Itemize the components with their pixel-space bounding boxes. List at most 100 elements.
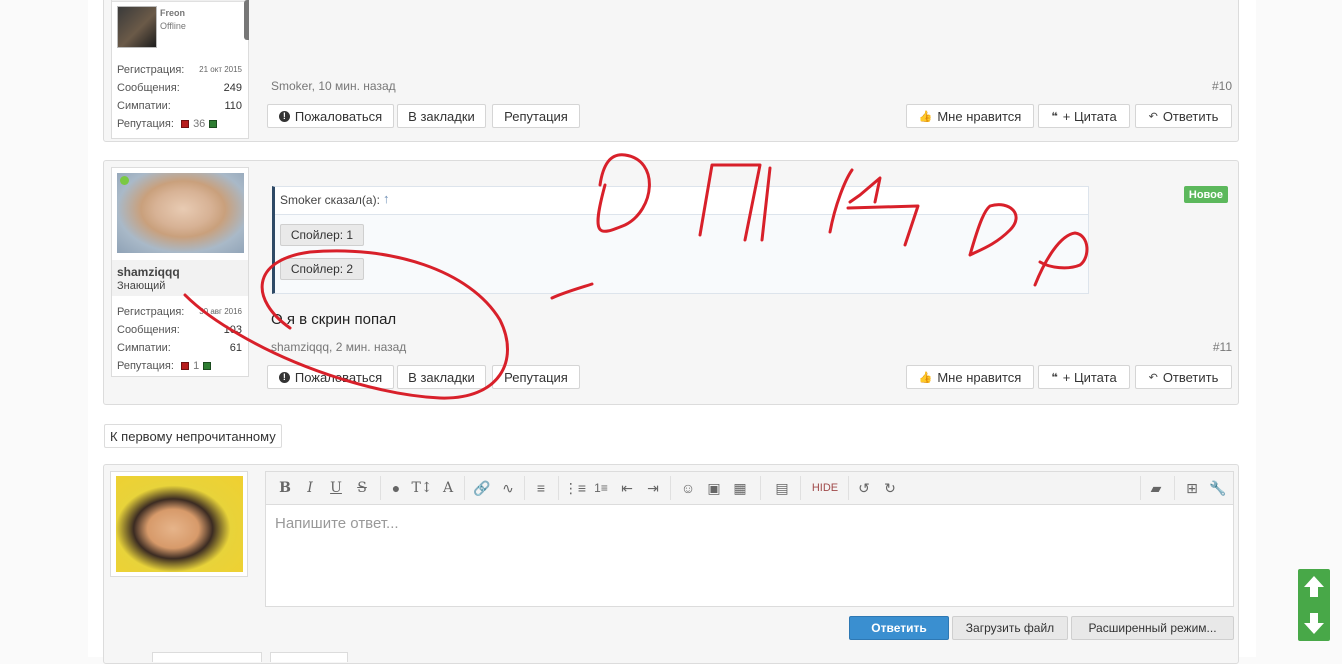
reply-button[interactable]: ↶ Ответить xyxy=(1135,365,1232,389)
reply-textarea[interactable]: Напишите ответ... xyxy=(265,505,1234,607)
font-size-icon[interactable]: T↕ xyxy=(411,479,432,497)
outdent-icon[interactable]: ⇤ xyxy=(617,479,637,497)
stat-row: Регистрация: 30 авг 2016 xyxy=(117,304,242,322)
hide-button[interactable]: HIDE xyxy=(810,479,840,497)
post-10-username-strip xyxy=(112,0,248,2)
toolbar-separator xyxy=(464,476,465,500)
quote-author: Smoker сказал(а): xyxy=(280,193,380,207)
bookmark-label: В закладки xyxy=(408,108,475,124)
current-user-avatar-frame xyxy=(110,471,248,577)
username[interactable]: shamziqqq xyxy=(117,265,180,279)
avatar[interactable] xyxy=(117,173,244,253)
font-family-icon[interactable]: A xyxy=(438,479,458,497)
post-11-userblock: shamziqqq Знающий Регистрация: 30 авг 201… xyxy=(111,167,249,377)
post-message: О я в скрин попал xyxy=(271,311,397,328)
post-11: shamziqqq Знающий Регистрация: 30 авг 201… xyxy=(103,160,1239,405)
stat-value: 21 окт 2015 xyxy=(199,65,242,74)
reply-icon: ↶ xyxy=(1148,371,1158,384)
indent-icon[interactable]: ⇥ xyxy=(643,479,663,497)
toolbar-separator xyxy=(380,476,381,500)
insert-icon[interactable]: ⊞ xyxy=(1182,479,1202,497)
reputation-plus-icon[interactable] xyxy=(203,362,212,370)
quote-button[interactable]: ❝ + Цитата xyxy=(1038,104,1130,128)
quote-icon: ❝ xyxy=(1051,110,1058,123)
like-label: Мне нравится xyxy=(937,108,1022,124)
stat-value: 103 xyxy=(223,324,242,336)
post-10-userblock: Freon Offline Регистрация: 21 окт 2015 Со… xyxy=(111,0,249,139)
post-10-quoted-username[interactable]: Freon xyxy=(160,8,185,18)
toolbar-separator xyxy=(1140,476,1141,500)
report-button[interactable]: ! Пожаловаться xyxy=(267,104,394,128)
redo-icon[interactable]: ↻ xyxy=(880,479,900,497)
reputation-button[interactable]: Репутация xyxy=(492,104,580,128)
toolbar-separator xyxy=(800,476,801,500)
submit-reply-button[interactable]: Ответить xyxy=(849,616,949,640)
quote-jump-icon[interactable]: ↑ xyxy=(383,191,390,206)
reply-icon: ↶ xyxy=(1148,110,1158,123)
link-icon[interactable]: 🔗 xyxy=(472,479,492,497)
toolbar-separator xyxy=(1174,476,1175,500)
advanced-mode-button[interactable]: Расширенный режим... xyxy=(1071,616,1234,640)
italic-icon[interactable]: I xyxy=(300,479,320,497)
wrench-icon[interactable]: 🔧 xyxy=(1208,479,1228,497)
quote-label: + Цитата xyxy=(1062,108,1117,124)
new-badge: Новое xyxy=(1183,186,1228,203)
bookmark-button[interactable]: В закладки xyxy=(397,365,486,389)
post-10-meta[interactable]: Smoker, 10 мин. назад xyxy=(271,79,396,93)
post-11-number[interactable]: #11 xyxy=(1213,340,1232,354)
first-unread-link[interactable]: К первому непрочитанному xyxy=(104,424,282,448)
number-list-icon[interactable]: 1≡ xyxy=(591,479,611,497)
stat-row: Сообщения: 249 xyxy=(117,80,242,98)
undo-icon[interactable]: ↺ xyxy=(854,479,874,497)
strikethrough-icon[interactable]: S xyxy=(352,479,372,497)
current-user-avatar[interactable] xyxy=(116,476,243,572)
align-icon[interactable]: ≡ xyxy=(531,479,551,497)
bottom-control-left[interactable] xyxy=(152,652,262,662)
reputation-minus-icon[interactable] xyxy=(181,362,189,370)
report-label: Пожаловаться xyxy=(294,369,383,385)
stat-label: Репутация: xyxy=(117,118,174,130)
quote-header: Smoker сказал(а): ↑ xyxy=(275,187,1088,215)
media-icon[interactable]: ▦ xyxy=(730,479,750,497)
bottom-control-right[interactable] xyxy=(270,652,348,662)
quote-button[interactable]: ❝ + Цитата xyxy=(1038,365,1130,389)
reply-placeholder: Напишите ответ... xyxy=(275,515,399,532)
bold-icon[interactable]: B xyxy=(275,479,295,497)
reply-button[interactable]: ↶ Ответить xyxy=(1135,104,1232,128)
like-button[interactable]: 👍 Мне нравится xyxy=(906,104,1034,128)
reply-label: Ответить xyxy=(1162,108,1219,124)
underline-icon[interactable]: U xyxy=(326,479,346,497)
reputation-minus-icon[interactable] xyxy=(181,120,189,128)
unlink-icon[interactable]: ∿ xyxy=(498,479,518,497)
font-color-icon[interactable]: ● xyxy=(386,479,406,497)
stat-row: Репутация: 1 xyxy=(117,358,242,376)
smiley-icon[interactable]: ☺ xyxy=(678,479,698,497)
post-10-number[interactable]: #10 xyxy=(1212,79,1232,93)
scroll-widget xyxy=(1298,569,1330,641)
post-10: Freon Offline Регистрация: 21 окт 2015 Со… xyxy=(103,0,1239,142)
spoiler-button-2[interactable]: Спойлер: 2 xyxy=(280,258,364,280)
report-button[interactable]: ! Пожаловаться xyxy=(267,365,394,389)
like-button[interactable]: 👍 Мне нравится xyxy=(906,365,1034,389)
toolbar-separator xyxy=(848,476,849,500)
upload-file-button[interactable]: Загрузить файл xyxy=(952,616,1068,640)
stat-label: Симпатии: xyxy=(117,342,171,354)
quote-icon: ❝ xyxy=(1051,371,1058,384)
stat-row: Симпатии: 61 xyxy=(117,340,242,358)
arrow-down-icon[interactable] xyxy=(1298,605,1330,641)
reputation-button[interactable]: Репутация xyxy=(492,365,580,389)
image-icon[interactable]: ▣ xyxy=(704,479,724,497)
reputation-value: 1 xyxy=(193,360,200,372)
reputation-plus-icon[interactable] xyxy=(209,120,218,128)
post-10-quoted-avatar xyxy=(117,6,157,48)
save-draft-icon[interactable]: ▤ xyxy=(772,479,792,497)
bullet-list-icon[interactable]: ⋮≡ xyxy=(564,479,586,497)
stat-value: 61 xyxy=(229,342,242,354)
arrow-up-icon[interactable] xyxy=(1298,569,1330,605)
eraser-icon[interactable]: ▰ xyxy=(1146,479,1166,497)
reputation-value: 36 xyxy=(193,118,206,130)
post-11-meta[interactable]: shamziqqq, 2 мин. назад xyxy=(271,340,406,354)
reputation-widget: 1 xyxy=(180,360,212,372)
bookmark-button[interactable]: В закладки xyxy=(397,104,486,128)
spoiler-button-1[interactable]: Спойлер: 1 xyxy=(280,224,364,246)
